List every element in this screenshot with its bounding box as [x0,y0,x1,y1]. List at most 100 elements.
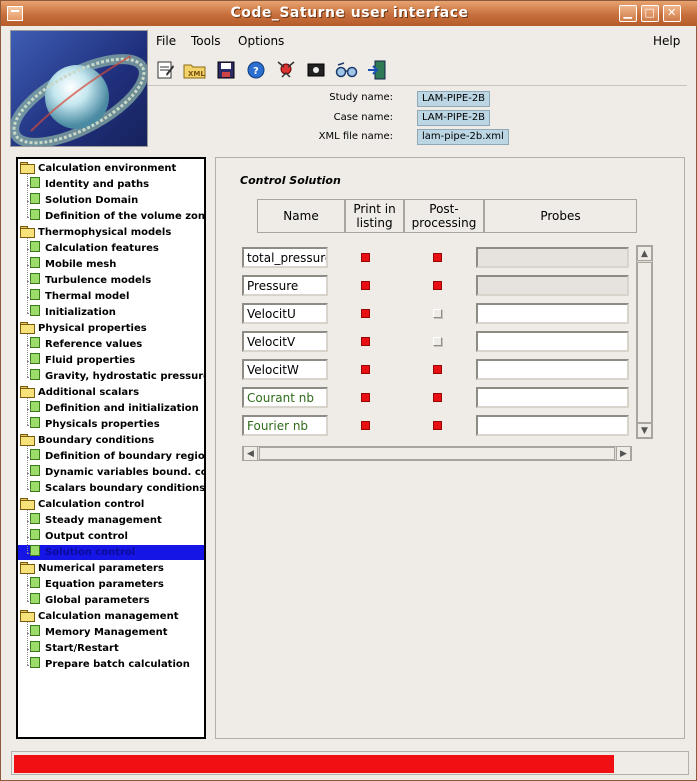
tree-item[interactable]: Initialization [30,305,116,320]
open-xml-icon[interactable]: XML [183,59,207,81]
menu-tools[interactable]: Tools [191,34,221,48]
probes-field[interactable] [476,275,629,296]
tree-item[interactable]: Definition of the volume zones [30,209,204,224]
column-header-post[interactable]: Post-processing [404,199,484,233]
probes-field[interactable] [476,387,629,408]
horizontal-scroll-thumb[interactable] [259,447,615,460]
variable-name-cell[interactable]: VelocitW [242,359,328,380]
probes-field[interactable] [476,247,629,268]
post-processing-checkbox[interactable] [433,281,442,290]
tree-category[interactable]: Calculation environment [20,161,176,176]
tree-category[interactable]: Calculation management [20,609,179,624]
print-in-listing-checkbox[interactable] [361,365,370,374]
tree-item[interactable]: Definition of boundary regions [30,449,204,464]
scroll-right-icon[interactable]: ▶ [616,446,631,461]
navigation-tree[interactable]: Calculation environment Identity and path… [16,157,206,739]
vertical-scrollbar[interactable]: ▲ ▼ [636,245,653,439]
new-file-icon[interactable] [154,59,176,81]
glasses-icon[interactable] [335,59,359,81]
tree-category[interactable]: Boundary conditions [20,433,154,448]
variable-name-cell[interactable]: VelocitU [242,303,328,324]
tree-item[interactable]: Identity and paths [30,177,149,192]
tree-item[interactable]: Memory Management [30,625,168,640]
tree-item[interactable]: Definition and initialization [30,401,199,416]
tree-item-label: Mobile mesh [45,259,117,270]
print-in-listing-checkbox[interactable] [361,337,370,346]
tree-item[interactable]: Start/Restart [30,641,119,656]
exit-icon[interactable] [366,59,388,81]
tree-item-label: Identity and paths [45,179,150,190]
tree-category[interactable]: Physical properties [20,321,147,336]
tree-item[interactable]: Output control [30,529,128,544]
post-processing-checkbox[interactable] [433,309,442,318]
tree-item[interactable]: Mobile mesh [30,257,116,272]
tree-item[interactable]: Solution control [18,545,204,560]
column-header-name[interactable]: Name [257,199,345,233]
scroll-left-icon[interactable]: ◀ [243,446,258,461]
post-processing-checkbox[interactable] [433,337,442,346]
variable-name-cell[interactable]: Courant nb [242,387,328,408]
post-processing-checkbox[interactable] [433,393,442,402]
tree-item-label: Calculation control [38,499,145,510]
print-in-listing-checkbox[interactable] [361,309,370,318]
run-icon[interactable] [305,59,327,81]
tree-item[interactable]: Dynamic variables bound. cond. [30,465,204,480]
tree-item[interactable]: Physicals properties [30,417,160,432]
tree-item[interactable]: Scalars boundary conditions [30,481,204,496]
tree-item[interactable]: Fluid properties [30,353,135,368]
variable-name-cell[interactable]: Pressure [242,275,328,296]
column-header-probes[interactable]: Probes [484,199,637,233]
close-button[interactable]: ✕ [663,5,681,22]
leaf-page-icon [30,369,40,380]
tree-item[interactable]: Steady management [30,513,162,528]
tree-category[interactable]: Calculation control [20,497,144,512]
vertical-scroll-thumb[interactable] [637,262,652,423]
post-processing-checkbox[interactable] [433,421,442,430]
menu-help[interactable]: Help [653,34,680,48]
leaf-page-icon [30,177,40,188]
tree-category[interactable]: Additional scalars [20,385,139,400]
column-header-print[interactable]: Print in listing [345,199,404,233]
tree-category[interactable]: Numerical parameters [20,561,164,576]
leaf-page-icon [30,577,40,588]
menu-bar: File Tools Options Help [148,30,687,53]
maximize-button[interactable]: □ [641,5,659,22]
tree-item[interactable]: Gravity, hydrostatic pressure [30,369,204,384]
scroll-down-icon[interactable]: ▼ [637,423,652,438]
variable-name-cell[interactable]: Fourier nb [242,415,328,436]
title-bar[interactable]: Code_Saturne user interface ▁ □ ✕ [1,1,697,26]
tree-item[interactable]: Calculation features [30,241,159,256]
tree-category[interactable]: Thermophysical models [20,225,171,240]
save-icon[interactable] [215,59,237,81]
xml-file-name-value: lam-pipe-2b.xml [417,129,509,145]
tree-item[interactable]: Prepare batch calculation [30,657,190,672]
tree-item[interactable]: Reference values [30,337,142,352]
variable-name-cell[interactable]: total_pressure [242,247,328,268]
print-in-listing-checkbox[interactable] [361,253,370,262]
probes-field[interactable] [476,303,629,324]
tree-connector [27,398,28,425]
minimize-button[interactable]: ▁ [619,5,637,22]
probes-field[interactable] [476,359,629,380]
tree-item[interactable]: Turbulence models [30,273,151,288]
print-in-listing-checkbox[interactable] [361,421,370,430]
variable-name-cell[interactable]: VelocitV [242,331,328,352]
menu-options[interactable]: Options [238,34,284,48]
tree-item[interactable]: Equation parameters [30,577,164,592]
probes-field[interactable] [476,415,629,436]
post-processing-checkbox[interactable] [433,253,442,262]
tree-connector [27,553,31,554]
menu-file[interactable]: File [156,34,176,48]
post-processing-checkbox[interactable] [433,365,442,374]
horizontal-scrollbar[interactable]: ◀ ▶ [242,446,632,461]
tree-item[interactable]: Solution Domain [30,193,138,208]
print-in-listing-checkbox[interactable] [361,393,370,402]
info-icon[interactable]: ? [245,59,267,81]
tree-item[interactable]: Thermal model [30,289,129,304]
print-in-listing-checkbox[interactable] [361,281,370,290]
tree-item[interactable]: Global parameters [30,593,150,608]
scroll-up-icon[interactable]: ▲ [637,246,652,261]
satellite-icon[interactable] [275,59,297,81]
tree-connector [27,425,31,426]
probes-field[interactable] [476,331,629,352]
